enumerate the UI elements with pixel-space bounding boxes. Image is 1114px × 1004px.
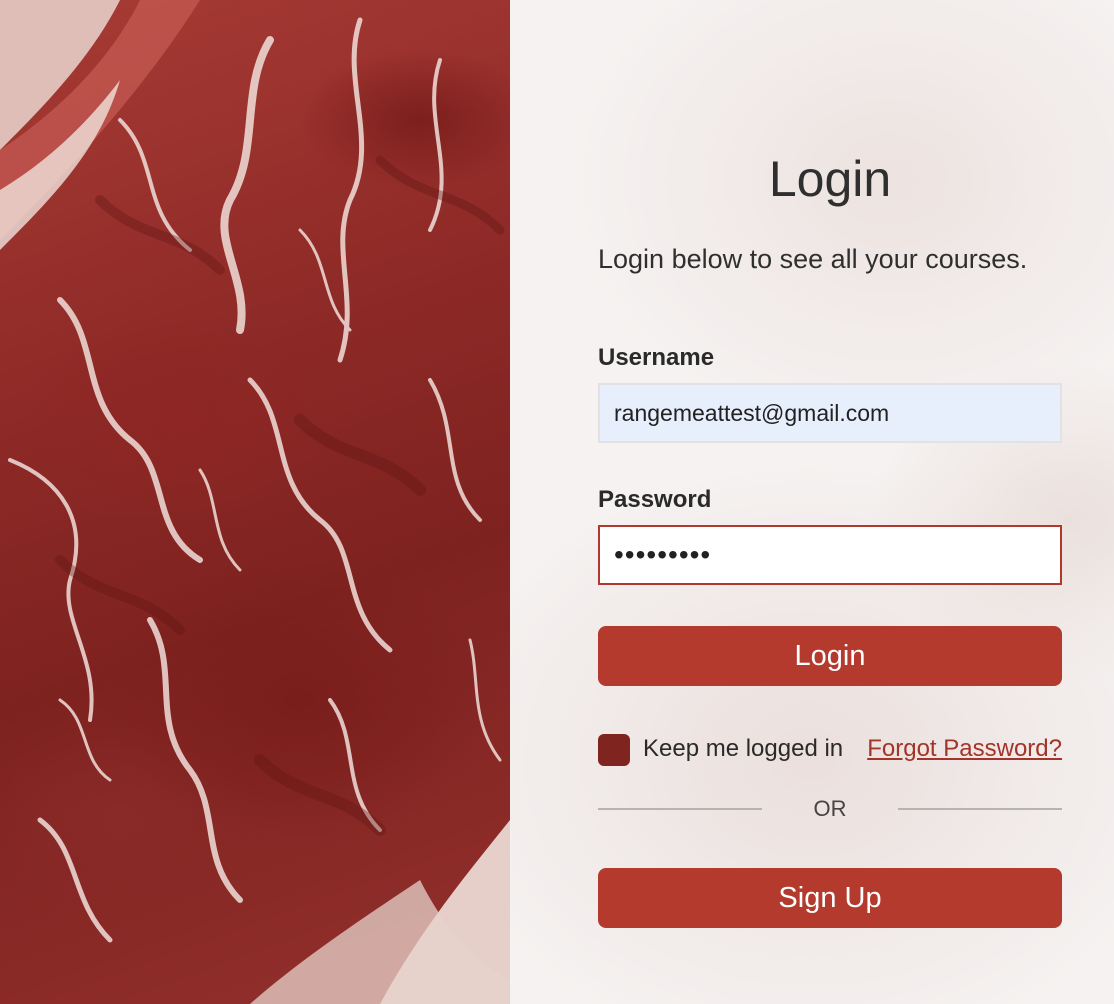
keep-logged-in-checkbox[interactable] bbox=[598, 734, 630, 766]
remember-row: Keep me logged in Forgot Password? bbox=[598, 733, 1062, 767]
username-input[interactable] bbox=[598, 383, 1062, 443]
page-subtitle: Login below to see all your courses. bbox=[598, 244, 1028, 274]
login-panel: Login Login below to see all your course… bbox=[510, 0, 1114, 1004]
keep-logged-in-label[interactable]: Keep me logged in bbox=[643, 735, 843, 763]
login-button[interactable]: Login bbox=[598, 626, 1062, 686]
username-label: Username bbox=[598, 344, 715, 371]
meat-marbling-texture bbox=[0, 0, 510, 1004]
signup-button[interactable]: Sign Up bbox=[598, 868, 1062, 928]
divider-line-right bbox=[898, 808, 1062, 810]
password-label: Password bbox=[598, 486, 712, 513]
page-title: Login bbox=[768, 151, 892, 207]
hero-meat-image bbox=[0, 0, 510, 1004]
or-divider: OR bbox=[598, 794, 1062, 824]
password-input[interactable] bbox=[598, 525, 1062, 585]
forgot-password-link[interactable]: Forgot Password? bbox=[867, 735, 1062, 763]
